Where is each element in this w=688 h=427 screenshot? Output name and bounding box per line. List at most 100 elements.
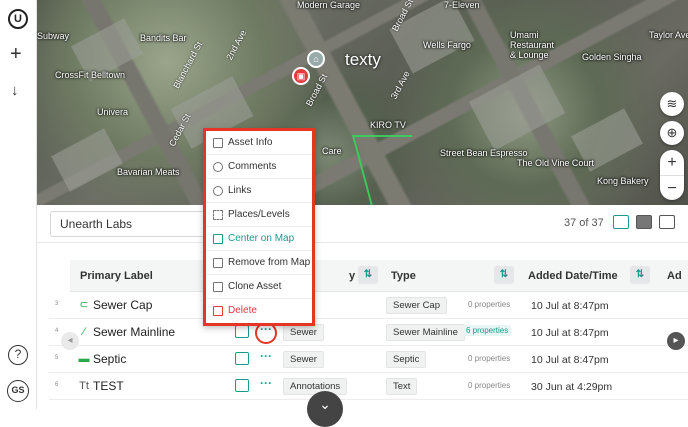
table-row[interactable]: 3 ⊂ Sewer Cap Sewer Cap 0 properties 10 … xyxy=(49,292,688,319)
properties-count[interactable]: 0 properties xyxy=(468,381,510,390)
street-label: Blanchard St xyxy=(171,39,205,91)
comment-icon xyxy=(213,162,223,172)
expand-panel-button[interactable]: ⌄ xyxy=(307,391,343,427)
properties-count[interactable]: 0 properties xyxy=(468,354,510,363)
map-label: Univera xyxy=(97,107,129,117)
type-pill: Sewer Mainline xyxy=(386,324,465,341)
menu-item-remove-from-map[interactable]: Remove from Map xyxy=(206,251,312,275)
map-label: Bandits Bar xyxy=(140,33,187,43)
link-icon xyxy=(213,186,223,196)
map-line-asset[interactable] xyxy=(351,135,433,205)
asset-name[interactable]: Sewer Cap xyxy=(93,298,152,312)
text-icon: Tt xyxy=(79,380,89,392)
asset-count: 37 of 37 xyxy=(564,217,604,229)
panel-toolbar: Unearth Labs 37 of 37 xyxy=(37,205,688,243)
menu-item-clone-asset[interactable]: Clone Asset xyxy=(206,275,312,299)
category-pill: Sewer xyxy=(283,324,324,341)
added-date: 10 Jul at 8:47pm xyxy=(531,354,609,366)
zoom-out-button[interactable]: − xyxy=(660,175,684,200)
map-icon xyxy=(213,234,223,244)
center-on-map-icon[interactable] xyxy=(235,352,249,365)
center-on-map-icon[interactable] xyxy=(235,379,249,392)
map-label: Kong Bakery xyxy=(597,176,649,186)
menu-item-asset-info[interactable]: Asset Info xyxy=(206,131,312,155)
type-pill: Text xyxy=(386,378,418,395)
table-row[interactable]: 6 Tt TEST ··· Annotations Text 0 propert… xyxy=(49,373,688,400)
map-remove-icon xyxy=(213,258,223,268)
map-label: Street Bean Espresso xyxy=(440,148,528,158)
avatar[interactable]: GS xyxy=(7,380,29,402)
places-icon xyxy=(213,210,223,220)
menu-item-delete[interactable]: Delete xyxy=(206,299,312,323)
added-date: 10 Jul at 8:47pm xyxy=(531,300,609,312)
table-row[interactable]: 4 ∕ Sewer Mainline ··· Sewer Sewer Mainl… xyxy=(49,319,688,346)
split-view-icon[interactable] xyxy=(613,215,629,229)
added-date: 10 Jul at 8:47pm xyxy=(531,327,609,339)
row-index: 5 xyxy=(55,355,59,361)
filter-icon[interactable]: ⇅ xyxy=(358,266,378,284)
added-date: 30 Jun at 4:29pm xyxy=(531,381,613,393)
row-index: 6 xyxy=(55,382,59,388)
map-label: Bavarian Meats xyxy=(117,167,180,177)
line-icon: ∕ xyxy=(83,326,85,338)
asset-context-menu: Asset Info Comments Links Places/Levels … xyxy=(203,128,315,326)
filter-icon[interactable]: ⇅ xyxy=(630,266,650,284)
properties-count[interactable]: 0 properties xyxy=(468,300,510,309)
septic-icon: ▬ xyxy=(78,353,90,365)
type-pill: Sewer Cap xyxy=(386,297,447,314)
map-label: Modern Garage xyxy=(297,0,361,10)
asset-name[interactable]: TEST xyxy=(93,379,124,393)
menu-item-links[interactable]: Links xyxy=(206,179,312,203)
more-options-icon[interactable]: ··· xyxy=(257,376,275,394)
menu-item-comments[interactable]: Comments xyxy=(206,155,312,179)
map-marker-selected-icon[interactable]: ▣ xyxy=(292,67,310,85)
center-on-map-icon[interactable] xyxy=(235,325,249,338)
unearth-logo-icon[interactable]: U xyxy=(8,9,28,29)
locate-icon[interactable]: ⊕ xyxy=(660,121,684,145)
download-icon[interactable]: ↓ xyxy=(11,82,19,99)
map-label: Taylor Ave xyxy=(649,30,688,40)
column-primary-label[interactable]: Primary Label xyxy=(80,270,153,282)
map-label: Subway xyxy=(37,31,70,41)
row-index: 3 xyxy=(55,301,59,307)
scroll-left-icon[interactable]: ◂ xyxy=(61,332,79,350)
project-select[interactable]: Unearth Labs xyxy=(50,211,210,237)
table-row[interactable]: 5 ▬ Septic ··· Sewer Septic 0 properties… xyxy=(49,346,688,373)
zoom-in-button[interactable]: + xyxy=(660,150,684,175)
type-pill: Septic xyxy=(386,351,427,368)
table-header: Primary Label y ⇅ Type ⇅ Added Date/Time… xyxy=(70,260,688,292)
left-rail: U + ↓ ? GS xyxy=(0,0,37,409)
map-watermark: texty xyxy=(345,50,381,69)
clone-icon xyxy=(213,282,223,292)
asset-name[interactable]: Septic xyxy=(93,352,126,366)
column-category[interactable]: y xyxy=(349,270,355,282)
column-type[interactable]: Type xyxy=(391,270,416,282)
info-icon xyxy=(213,138,223,148)
asset-name[interactable]: Sewer Mainline xyxy=(93,325,175,339)
category-pill: Sewer xyxy=(283,351,324,368)
map-label: Umami Restaurant & Lounge xyxy=(510,30,555,60)
zoom-control: + − xyxy=(660,150,684,200)
asset-panel: Unearth Labs 37 of 37 Primary Label y ⇅ … xyxy=(37,205,688,409)
sewer-cap-icon: ⊂ xyxy=(79,299,89,311)
map-view[interactable]: Subway Bandits Bar Modern Garage 7-Eleve… xyxy=(37,0,688,205)
help-icon[interactable]: ? xyxy=(8,345,28,365)
menu-item-places-levels[interactable]: Places/Levels xyxy=(206,203,312,227)
menu-item-center-on-map[interactable]: Center on Map xyxy=(206,227,312,251)
column-added-date[interactable]: Added Date/Time xyxy=(528,270,618,282)
layers-icon[interactable]: ≋ xyxy=(660,92,684,116)
map-marker-icon[interactable]: ⌂ xyxy=(307,50,325,68)
properties-count[interactable]: 6 properties xyxy=(463,325,512,336)
map-label: 7-Eleven xyxy=(444,0,480,10)
more-options-icon[interactable]: ··· xyxy=(257,349,275,367)
street-label: 3rd Ave xyxy=(388,69,412,101)
add-icon[interactable]: + xyxy=(10,44,22,64)
filter-icon[interactable]: ⇅ xyxy=(494,266,514,284)
row-index: 4 xyxy=(55,328,59,334)
map-label: Wells Fargo xyxy=(423,40,471,50)
scroll-right-icon[interactable]: ▸ xyxy=(667,332,685,350)
street-label: 2nd Ave xyxy=(224,28,249,62)
sidebar-view-icon[interactable] xyxy=(659,215,675,229)
column-added-by[interactable]: Ad xyxy=(667,270,682,282)
table-view-icon[interactable] xyxy=(636,215,652,229)
